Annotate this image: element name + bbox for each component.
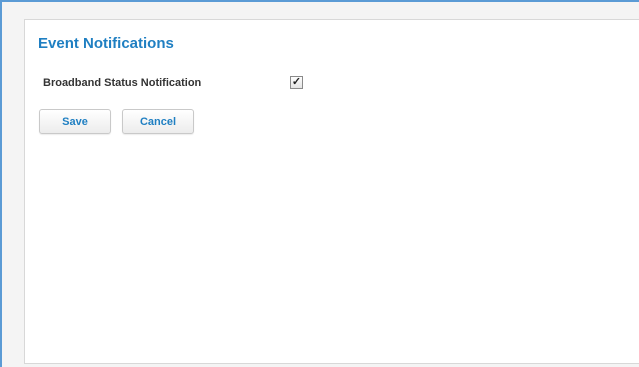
app-frame: Event Notifications Broadband Status Not… — [0, 0, 639, 367]
page-title: Event Notifications — [38, 35, 174, 52]
cancel-button[interactable]: Cancel — [122, 109, 194, 134]
save-button[interactable]: Save — [39, 109, 111, 134]
broadband-status-row: Broadband Status Notification ✓ — [43, 75, 323, 93]
event-notifications-panel: Event Notifications Broadband Status Not… — [24, 19, 639, 364]
broadband-status-label: Broadband Status Notification — [43, 77, 202, 89]
checkmark-icon: ✓ — [291, 76, 302, 88]
broadband-status-checkbox[interactable]: ✓ — [290, 76, 303, 89]
